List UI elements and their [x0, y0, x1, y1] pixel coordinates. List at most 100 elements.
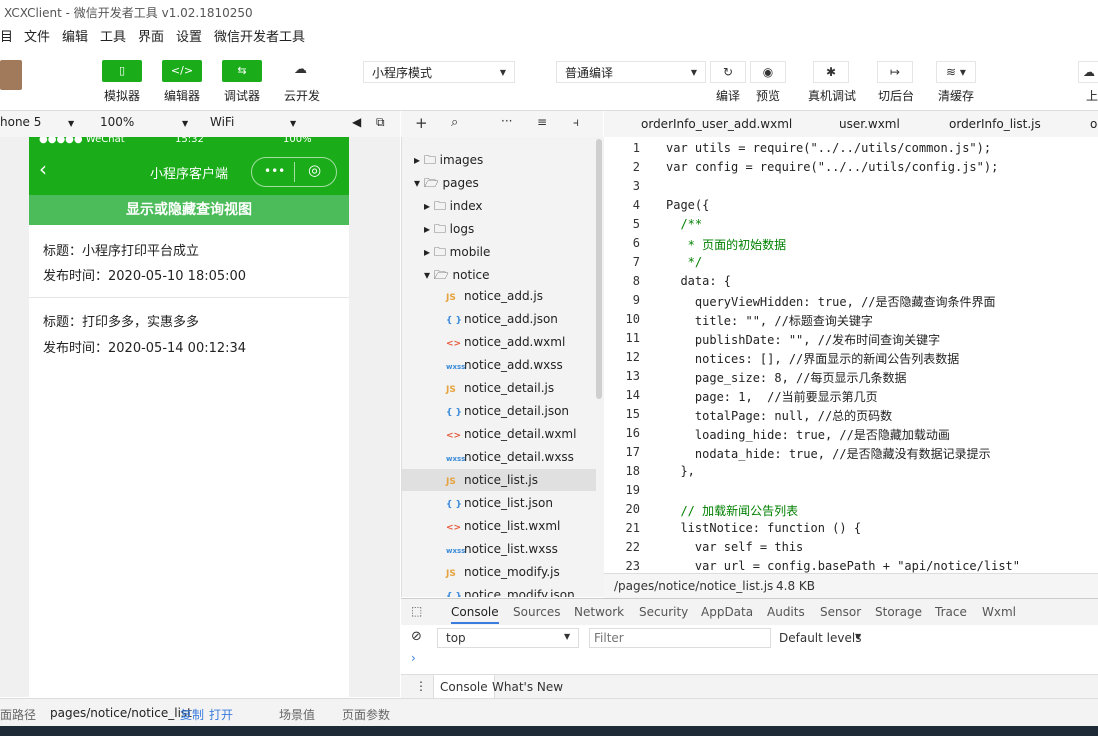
- volume-icon[interactable]: ◀: [352, 115, 361, 129]
- network-select[interactable]: WiFi: [210, 115, 234, 129]
- menu-item-project[interactable]: 目: [0, 26, 13, 45]
- tree-item[interactable]: ▸ 🗀 mobile: [424, 243, 490, 264]
- menu-item-view[interactable]: 界面: [138, 26, 164, 45]
- remote-debug-label[interactable]: 真机调试: [808, 87, 856, 104]
- more-icon[interactable]: ⋮: [415, 679, 427, 693]
- add-icon[interactable]: +: [415, 114, 428, 132]
- console-output[interactable]: ›: [401, 651, 1098, 673]
- background-label[interactable]: 切后台: [878, 87, 914, 104]
- editor-button[interactable]: </>: [162, 60, 202, 82]
- open-link[interactable]: 打开: [209, 706, 233, 723]
- copy-link[interactable]: 复制: [180, 706, 204, 723]
- popout-icon[interactable]: ⧉: [376, 115, 385, 130]
- switch-background-icon[interactable]: ↦: [877, 61, 913, 83]
- page-params-button[interactable]: 页面参数: [342, 706, 390, 723]
- log-levels-select[interactable]: Default levels: [779, 631, 861, 645]
- preview-label[interactable]: 预览: [756, 87, 780, 104]
- tree-item[interactable]: wxssnotice_list.wxss: [446, 542, 558, 556]
- scrollbar[interactable]: [596, 139, 602, 399]
- more-icon[interactable]: •••: [264, 164, 285, 178]
- tab-storage[interactable]: Storage: [875, 605, 922, 619]
- upload-label[interactable]: 上: [1086, 87, 1098, 104]
- bottom-status-bar: 面路径 pages/notice/notice_list 复制 打开 场景值 页…: [0, 698, 1098, 727]
- tab-user-wxml[interactable]: user.wxml: [839, 117, 900, 131]
- layers-icon[interactable]: ≋ ▾: [936, 61, 976, 83]
- tab-network[interactable]: Network: [574, 605, 624, 619]
- tab-more[interactable]: o: [1090, 117, 1097, 131]
- close-icon[interactable]: ◎: [308, 161, 321, 179]
- tree-item[interactable]: <> notice_add.wxml: [446, 335, 565, 349]
- tree-item[interactable]: ▾ 🗁 notice: [424, 266, 490, 287]
- zoom-select[interactable]: 100%: [100, 115, 134, 129]
- debugger-button[interactable]: ⇆: [222, 60, 262, 82]
- notice-title[interactable]: 标题：小程序打印平台成立: [43, 240, 199, 259]
- tree-item[interactable]: { } notice_detail.json: [446, 404, 569, 418]
- tab-orderinfo-user-add[interactable]: orderInfo_user_add.wxml: [641, 117, 792, 131]
- cloud-label[interactable]: 云开发: [284, 87, 320, 104]
- drawer-tab-whats-new[interactable]: What's New: [492, 680, 563, 694]
- inspect-icon[interactable]: ⬚: [411, 604, 422, 618]
- split-icon[interactable]: ⫞: [573, 115, 579, 130]
- code-line: // 加载新闻公告列表: [666, 504, 799, 518]
- tree-item[interactable]: JS notice_detail.js: [446, 381, 554, 395]
- tree-item-selected[interactable]: JS notice_list.js: [446, 473, 538, 487]
- menu-item-file[interactable]: 文件: [24, 26, 50, 45]
- tree-item[interactable]: wxssnotice_add.wxss: [446, 358, 563, 372]
- tree-item[interactable]: { } notice_list.json: [446, 496, 553, 510]
- context-select[interactable]: top ▼: [437, 628, 579, 648]
- debugger-label: 调试器: [224, 89, 261, 103]
- clear-cache-label[interactable]: 清缓存: [938, 87, 974, 104]
- tree-item[interactable]: <> notice_detail.wxml: [446, 427, 576, 441]
- tree-item[interactable]: ▸ 🗀 logs: [424, 220, 474, 241]
- tab-sources[interactable]: Sources: [513, 605, 560, 619]
- device-select[interactable]: hone 5: [0, 115, 41, 129]
- js-file-icon: JS: [446, 477, 456, 487]
- code-editor[interactable]: 1 2 3 4 5 6 7 8 9 10 11 12 13 14 15 16 1…: [604, 137, 1098, 573]
- compile-label[interactable]: 编译: [716, 87, 740, 104]
- upload-icon[interactable]: ☁: [1078, 61, 1098, 83]
- scene-value-button[interactable]: 场景值: [279, 706, 315, 723]
- bug-icon[interactable]: ✱: [813, 61, 849, 83]
- tab-console[interactable]: Console: [451, 605, 499, 624]
- clear-console-icon[interactable]: ⊘: [411, 629, 422, 644]
- capsule-menu[interactable]: ••• ◎: [251, 157, 337, 187]
- simulator-button[interactable]: ▯: [102, 60, 142, 82]
- tree-item[interactable]: <> notice_list.wxml: [446, 519, 560, 533]
- folder-icon: 🗀: [433, 222, 450, 236]
- drawer-tab-console[interactable]: Console: [433, 675, 495, 699]
- tab-trace[interactable]: Trace: [935, 605, 967, 619]
- notice-title[interactable]: 标题：打印多多，实惠多多: [43, 311, 199, 330]
- tab-sensor[interactable]: Sensor: [820, 605, 861, 619]
- tree-item[interactable]: JS notice_modify.js: [446, 565, 560, 579]
- search-icon[interactable]: ⌕: [451, 115, 458, 130]
- toggle-query-button[interactable]: 显示或隐藏查询视图: [29, 195, 349, 225]
- tab-orderinfo-list[interactable]: orderInfo_list.js: [949, 117, 1041, 131]
- tree-item[interactable]: ▸ 🗀 images: [414, 151, 483, 172]
- menu-item-settings[interactable]: 设置: [176, 26, 202, 45]
- refresh-icon[interactable]: ↻: [710, 61, 746, 83]
- tab-audits[interactable]: Audits: [767, 605, 805, 619]
- tree-item[interactable]: ▸ 🗀 index: [424, 197, 483, 218]
- tree-item[interactable]: wxssnotice_detail.wxss: [446, 450, 574, 464]
- tree-item[interactable]: JS notice_add.js: [446, 289, 543, 303]
- tab-wxml[interactable]: Wxml: [982, 605, 1016, 619]
- tree-item[interactable]: { } notice_add.json: [446, 312, 558, 326]
- line-number: 5: [632, 217, 640, 231]
- menu-item-tools[interactable]: 工具: [100, 26, 126, 45]
- tab-security[interactable]: Security: [639, 605, 688, 619]
- menu-item-wechat-devtools[interactable]: 微信开发者工具: [214, 26, 305, 45]
- tab-appdata[interactable]: AppData: [701, 605, 753, 619]
- mode-select[interactable]: 小程序模式 ▼: [363, 61, 515, 83]
- more-icon[interactable]: ···: [501, 114, 512, 128]
- tree-item[interactable]: { } notice_modify.json: [446, 588, 575, 597]
- console-filter-input[interactable]: [589, 628, 771, 648]
- menu-item-edit[interactable]: 编辑: [62, 26, 88, 45]
- tree-item[interactable]: ▾ 🗁 pages: [414, 174, 479, 195]
- compile-mode-value: 普通编译: [565, 66, 614, 80]
- avatar[interactable]: [0, 60, 22, 90]
- eye-icon[interactable]: ◉: [750, 61, 786, 83]
- cloud-icon[interactable]: ☁: [294, 62, 307, 77]
- compile-mode-select[interactable]: 普通编译 ▼: [556, 61, 706, 83]
- collapse-icon[interactable]: ≡: [537, 115, 547, 129]
- chevron-down-icon: ▼: [690, 68, 697, 77]
